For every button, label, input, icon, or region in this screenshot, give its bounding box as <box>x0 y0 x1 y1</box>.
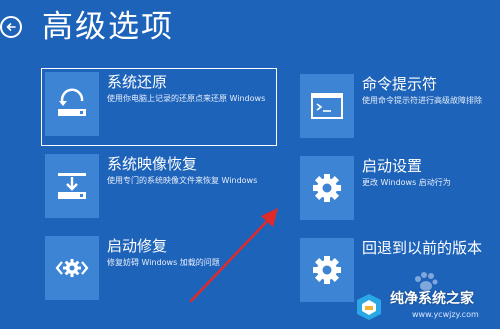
option-description: 修复妨碍 Windows 加载的问题 <box>107 258 220 267</box>
back-button[interactable] <box>0 16 22 38</box>
option-title: 系统还原 <box>107 73 168 91</box>
option-command-prompt[interactable]: 命令提示符 使用命令提示符进行高级故障排除 <box>300 74 500 146</box>
watermark-logo-icon <box>357 294 381 320</box>
option-title: 启动设置 <box>362 157 423 175</box>
gear-icon <box>300 156 354 220</box>
option-title: 回退到以前的版本 <box>362 239 483 257</box>
startup-repair-icon <box>45 236 99 300</box>
option-startup-settings[interactable]: 启动设置 更改 Windows 启动行为 <box>300 156 500 228</box>
page-title: 高级选项 <box>42 9 174 45</box>
option-description: 使用专门的系统映像文件来恢复 Windows <box>107 176 258 185</box>
option-title: 系统映像恢复 <box>107 155 198 173</box>
gear-icon <box>300 238 354 302</box>
command-prompt-icon <box>300 74 354 138</box>
option-system-restore[interactable]: 系统还原 使用你电脑上记录的还原点来还原 Windows <box>41 68 281 146</box>
system-restore-icon <box>45 72 99 136</box>
option-description: 使用你电脑上记录的还原点来还原 Windows <box>107 94 266 103</box>
back-arrow-icon <box>6 23 16 31</box>
watermark-title: 纯净系统之家 <box>390 291 474 307</box>
option-description: 更改 Windows 启动行为 <box>362 178 451 187</box>
option-startup-repair[interactable]: 启动修复 修复妨碍 Windows 加载的问题 <box>45 236 281 308</box>
watermark: 纯净系统之家 www.ycwjzy.com <box>352 286 500 329</box>
option-title: 启动修复 <box>107 237 168 255</box>
system-image-recovery-icon <box>45 154 99 218</box>
option-system-image-recovery[interactable]: 系统映像恢复 使用专门的系统映像文件来恢复 Windows <box>45 154 281 226</box>
watermark-url: www.ycwjzy.com <box>412 310 479 319</box>
option-description: 使用命令提示符进行高级故障排除 <box>362 96 482 105</box>
option-title: 命令提示符 <box>362 75 438 93</box>
